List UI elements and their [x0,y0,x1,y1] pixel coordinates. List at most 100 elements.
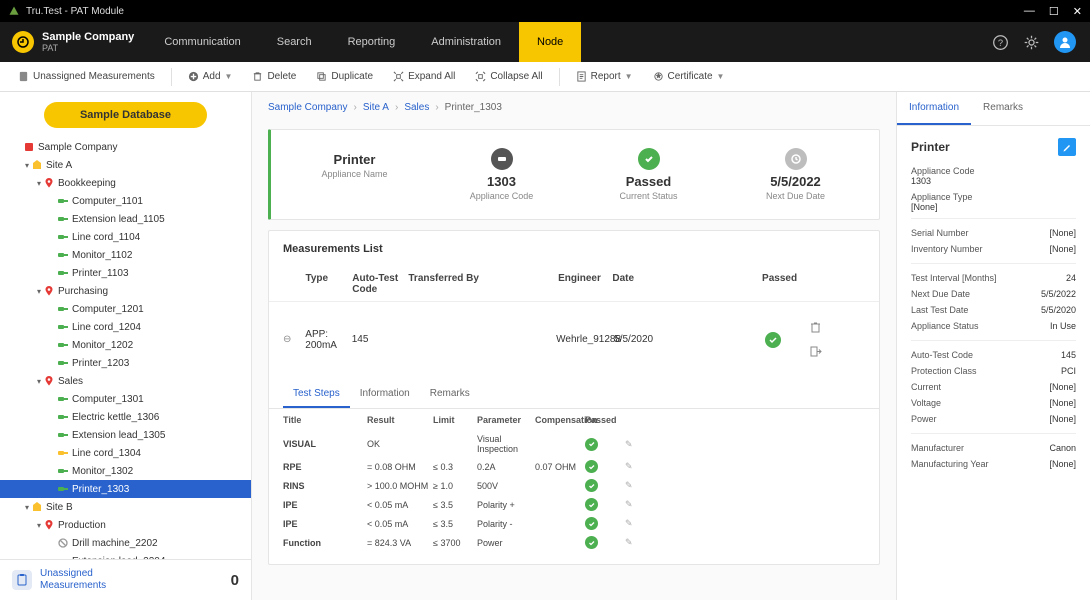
toolbar-unassigned-measurements[interactable]: Unassigned Measurements [10,68,163,85]
info-row: Appliance StatusIn Use [911,318,1076,334]
app-icon [8,5,20,17]
maximize-button[interactable]: ☐ [1049,5,1059,18]
tree-item[interactable]: Computer_1301 [0,390,251,408]
breadcrumb-item[interactable]: Sample Company [268,102,347,113]
brand-icon [12,31,34,53]
due-icon [785,148,807,170]
subtab-remarks[interactable]: Remarks [420,381,480,408]
edit-step-icon[interactable]: ✎ [625,499,633,509]
tree-item[interactable]: Electric kettle_1306 [0,408,251,426]
subtab-test-steps[interactable]: Test Steps [283,381,350,408]
tree-item[interactable]: ▾Bookkeeping [0,174,251,192]
edit-step-icon[interactable]: ✎ [625,537,633,547]
code-icon [491,148,513,170]
tree-item[interactable]: Line cord_1104 [0,228,251,246]
gear-icon[interactable] [1023,34,1040,51]
info-row: Protection ClassPCI [911,363,1076,379]
test-step-row: IPE< 0.05 mA≤ 3.5Polarity +✎ [269,495,879,514]
info-row: Voltage[None] [911,395,1076,411]
tree-item[interactable]: Line cord_1304 [0,444,251,462]
test-step-row: RINS> 100.0 MOHM≥ 1.0500V✎ [269,476,879,495]
appliance-code: 1303 [428,174,575,189]
brand-sub: PAT [42,43,134,53]
tree-item[interactable]: ▾Purchasing [0,282,251,300]
info-row: Current[None] [911,379,1076,395]
toolbar-report[interactable]: Report▼ [568,68,641,85]
tree-item[interactable]: Computer_1101 [0,192,251,210]
tree-item[interactable]: Sample Company [0,138,251,156]
subtab-information[interactable]: Information [350,381,420,408]
toolbar-duplicate[interactable]: Duplicate [308,68,381,85]
unassigned-label: Unassigned Measurements [40,568,106,592]
edit-button[interactable] [1058,138,1076,156]
test-step-row: IPE< 0.05 mA≤ 3.5Polarity -✎ [269,514,879,533]
tree-item[interactable]: Monitor_1102 [0,246,251,264]
tree-item[interactable]: Extension lead_1305 [0,426,251,444]
tree-item[interactable]: Extension lead_1105 [0,210,251,228]
unassigned-count: 0 [231,572,239,589]
toolbar-expand-all[interactable]: Expand All [385,68,463,85]
next-due-date: 5/5/2022 [722,174,869,189]
info-tab-information[interactable]: Information [897,92,971,125]
edit-step-icon[interactable]: ✎ [625,518,633,528]
info-title: Printer [911,140,950,154]
measurements-title: Measurements List [269,231,879,267]
toolbar-certificate[interactable]: Certificate▼ [645,68,733,85]
tree-item[interactable]: Computer_1201 [0,300,251,318]
toolbar-add[interactable]: Add▼ [180,68,241,85]
close-button[interactable]: ✕ [1073,5,1082,18]
nav-tab-search[interactable]: Search [259,22,330,62]
info-row: ManufacturerCanon [911,440,1076,456]
tree-item[interactable]: Line cord_1204 [0,318,251,336]
nav-tab-administration[interactable]: Administration [413,22,519,62]
passed-icon [765,332,781,348]
info-row: Power[None] [911,411,1076,427]
breadcrumb-item[interactable]: Site A [363,102,389,113]
status-passed-icon [638,148,660,170]
delete-row-icon[interactable] [809,321,865,334]
export-row-icon[interactable] [809,345,865,358]
info-row: Serial Number[None] [911,225,1076,241]
edit-step-icon[interactable]: ✎ [625,461,633,471]
measurement-row[interactable]: ⊖ APP: 200mA 145 Wehrle_91288 5/5/2020 [269,302,879,377]
nav-tab-reporting[interactable]: Reporting [330,22,414,62]
test-step-row: VISUALOKVisual Inspection✎ [269,431,879,457]
appliance-name: Printer [281,152,428,167]
clipboard-icon [12,570,32,590]
user-avatar[interactable] [1054,31,1076,53]
nav-tab-node[interactable]: Node [519,22,581,62]
window-title: Tru.Test - PAT Module [26,6,1024,17]
toolbar-delete[interactable]: Delete [244,68,304,85]
brand-company: Sample Company [42,31,134,43]
test-step-row: RPE= 0.08 OHM≤ 0.30.2A0.07 OHM✎ [269,457,879,476]
tree-item[interactable]: Drill machine_2202 [0,534,251,552]
edit-step-icon[interactable]: ✎ [625,439,633,449]
tree-item[interactable]: ▾Site A [0,156,251,174]
current-status: Passed [575,174,722,189]
tree-item[interactable]: Printer_1203 [0,354,251,372]
unassigned-measurements-footer[interactable]: Unassigned Measurements 0 [0,559,251,600]
info-row: Auto-Test Code145 [911,347,1076,363]
nav-tab-communication[interactable]: Communication [146,22,258,62]
breadcrumb-item: Printer_1303 [445,102,502,113]
info-tab-remarks[interactable]: Remarks [971,92,1035,125]
tree-item[interactable]: Printer_1303 [0,480,251,498]
edit-step-icon[interactable]: ✎ [625,480,633,490]
breadcrumb-item[interactable]: Sales [404,102,429,113]
tree-item[interactable]: Monitor_1302 [0,462,251,480]
tree-item[interactable]: Extension lead_2204 [0,552,251,559]
tree-item[interactable]: Monitor_1202 [0,336,251,354]
help-icon[interactable]: ? [992,34,1009,51]
tree-item[interactable]: ▾Production [0,516,251,534]
minimize-button[interactable]: — [1024,5,1035,18]
info-row: Last Test Date5/5/2020 [911,302,1076,318]
collapse-icon[interactable]: ⊖ [283,334,291,345]
tree-item[interactable]: Printer_1103 [0,264,251,282]
tree-item[interactable]: ▾Sales [0,372,251,390]
summary-card: Printer Appliance Name 1303 Appliance Co… [268,129,880,220]
test-step-row: Function= 824.3 VA≤ 3700Power✎ [269,533,879,552]
toolbar-collapse-all[interactable]: Collapse All [467,68,550,85]
sample-database-button[interactable]: Sample Database [44,102,207,128]
svg-text:?: ? [998,37,1003,47]
tree-item[interactable]: ▾Site B [0,498,251,516]
